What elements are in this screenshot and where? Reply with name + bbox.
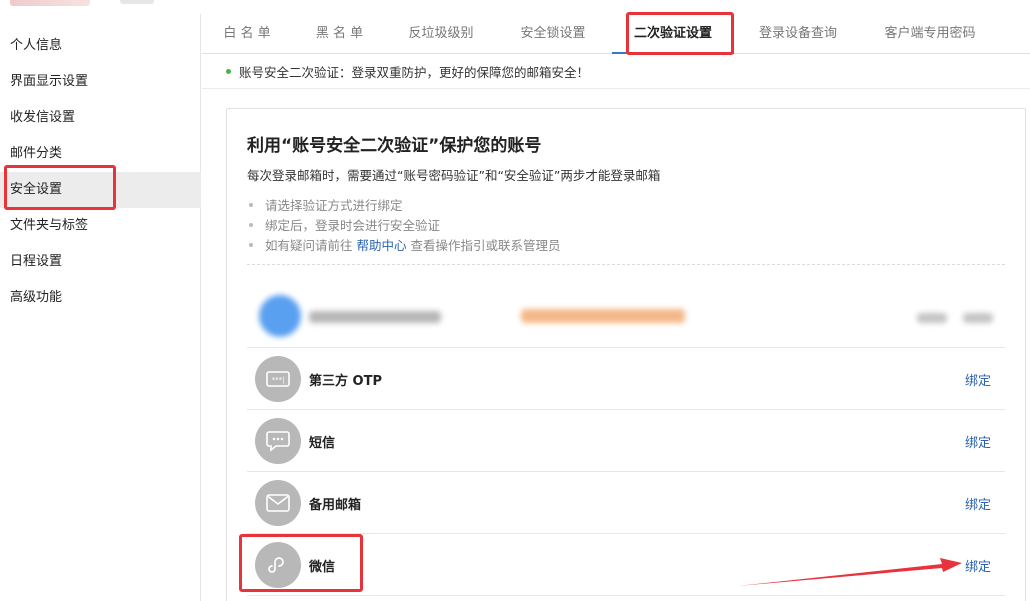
tip-item-help: 如有疑问请前往 帮助中心 查看操作指引或联系管理员: [249, 235, 560, 254]
sidebar-item-folders-tags[interactable]: 文件夹与标签: [0, 208, 201, 244]
tab-login-devices[interactable]: 登录设备查询: [750, 14, 846, 54]
bind-sms-button[interactable]: 绑定: [965, 432, 991, 451]
tip-item: 绑定后，登录时会进行安全验证: [249, 215, 440, 234]
sidebar-item-personal-info[interactable]: 个人信息: [0, 28, 201, 64]
security-tabs: 白 名 单 黑 名 单 反垃圾级别 安全锁设置 二次验证设置 登录设备查询 客户…: [202, 14, 1030, 54]
wechat-mini-icon: [255, 542, 301, 588]
account-avatar: [259, 295, 301, 337]
method-label-otp: 第三方 OTP: [309, 374, 382, 389]
bind-backup-mail-button[interactable]: 绑定: [965, 494, 991, 513]
svg-text:***|: ***|: [272, 376, 285, 384]
tip-item: 请选择验证方式进行绑定: [249, 195, 403, 214]
account-meta-redacted: [917, 313, 947, 323]
brand-strip: [0, 0, 200, 8]
row-divider: [247, 595, 1005, 596]
notice-text: 账号安全二次验证：登录双重防护，更好的保障您的邮箱安全！: [239, 65, 590, 80]
row-divider: [247, 409, 1005, 410]
card-description: 每次登录邮箱时，需要通过“账号密码验证”和“安全验证”两步才能登录邮箱: [247, 168, 661, 183]
tab-security-lock[interactable]: 安全锁设置: [507, 14, 599, 54]
bullet-icon: [249, 242, 253, 247]
dashed-divider: [247, 264, 1005, 265]
sidebar-item-security[interactable]: 安全设置: [0, 172, 201, 208]
sidebar-item-display[interactable]: 界面显示设置: [0, 64, 201, 100]
bullet-icon: [249, 222, 253, 227]
mail-icon: [255, 480, 301, 526]
two-factor-card: 利用“账号安全二次验证”保护您的账号 每次登录邮箱时，需要通过“账号密码验证”和…: [226, 108, 1026, 601]
otp-icon: ***|: [255, 356, 301, 402]
method-label-wechat: 微信: [309, 560, 336, 575]
row-divider: [247, 347, 1005, 348]
mail-logo: [10, 0, 90, 6]
account-name-redacted: [309, 311, 441, 323]
green-dot-icon: [226, 69, 231, 74]
help-center-link[interactable]: 帮助中心: [356, 238, 406, 253]
sidebar-item-mail-category[interactable]: 邮件分类: [0, 136, 201, 172]
row-divider: [247, 533, 1005, 534]
sms-icon: [255, 418, 301, 464]
brand-subtext: [120, 0, 154, 4]
tab-client-password[interactable]: 客户端专用密码: [874, 14, 986, 54]
row-divider: [247, 471, 1005, 472]
annotation-arrow-icon: [738, 558, 962, 586]
tab-whitelist[interactable]: 白 名 单: [212, 14, 282, 54]
sidebar-item-send-receive[interactable]: 收发信设置: [0, 100, 201, 136]
two-factor-notice: 账号安全二次验证：登录双重防护，更好的保障您的邮箱安全！: [226, 62, 589, 81]
bullet-icon: [249, 202, 253, 207]
account-meta-redacted: [963, 313, 993, 323]
divider: [202, 88, 1030, 89]
card-title: 利用“账号安全二次验证”保护您的账号: [247, 136, 542, 156]
sidebar-item-calendar[interactable]: 日程设置: [0, 244, 201, 280]
bind-otp-button[interactable]: 绑定: [965, 370, 991, 389]
tab-spam-level[interactable]: 反垃圾级别: [398, 14, 484, 54]
account-email-redacted: [521, 309, 685, 323]
method-label-backup-mail: 备用邮箱: [309, 498, 362, 513]
settings-sidebar: 个人信息 界面显示设置 收发信设置 邮件分类 安全设置 文件夹与标签 日程设置 …: [0, 14, 201, 601]
tab-two-factor[interactable]: 二次验证设置: [612, 14, 734, 54]
method-label-sms: 短信: [309, 436, 336, 451]
sidebar-item-advanced[interactable]: 高级功能: [0, 280, 201, 316]
tab-blacklist[interactable]: 黑 名 单: [302, 14, 377, 54]
